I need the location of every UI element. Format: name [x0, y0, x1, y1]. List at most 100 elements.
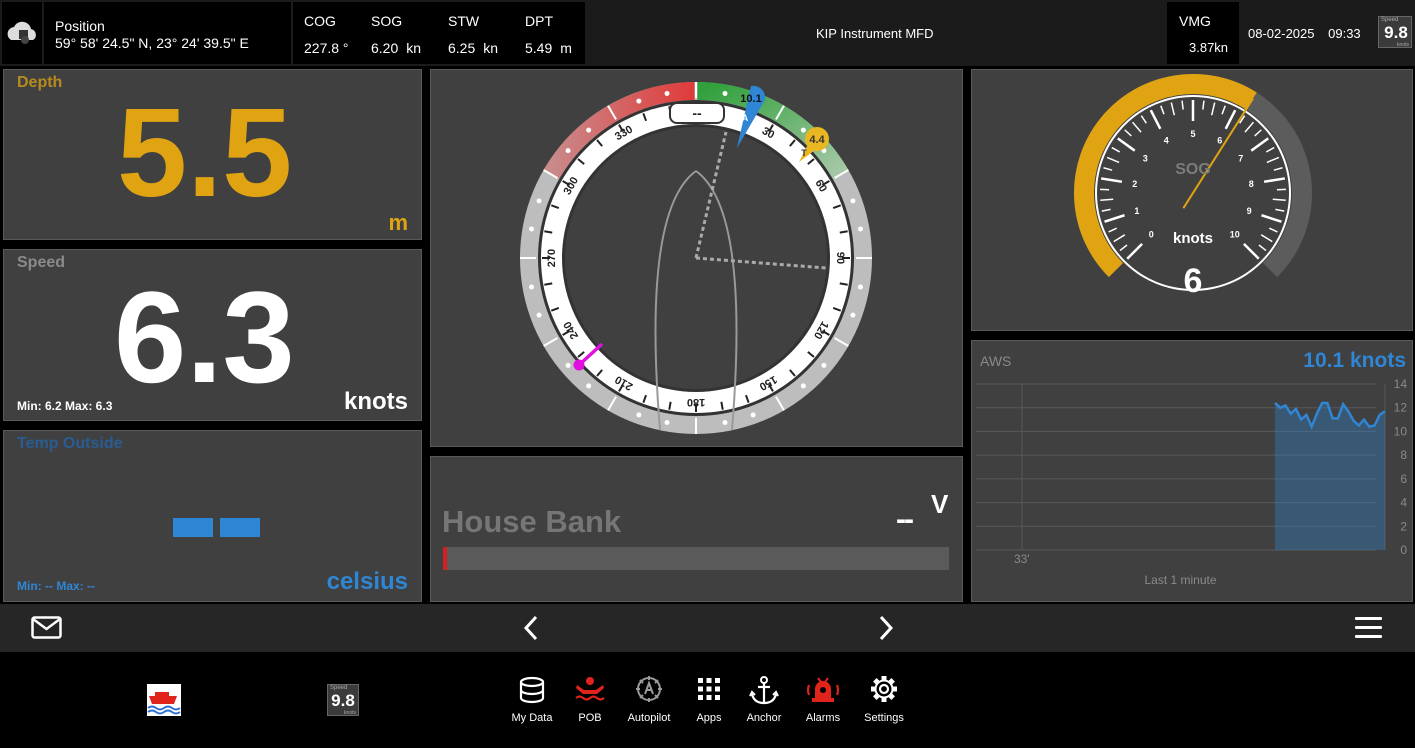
menu-icon[interactable]: [1355, 615, 1383, 641]
sog-scale-label: 8: [1249, 179, 1254, 189]
outer-dot: [664, 419, 670, 425]
aws-y-tick: 8: [1400, 448, 1407, 462]
outer-dot: [636, 412, 642, 418]
aws-y-tick: 14: [1394, 377, 1408, 391]
nav-values-segment: COG 227.8 ° SOG 6.20 kn STW 6.25 kn DPT 5.…: [293, 2, 585, 64]
dock-label: Apps: [696, 712, 722, 724]
outer-dot: [586, 127, 592, 133]
position-value: 59° 58' 24.5" N, 23° 24' 39.5" E: [55, 35, 249, 51]
inner-tick: [544, 230, 553, 234]
sog-scale-label: 3: [1143, 153, 1148, 163]
inner-tick: [544, 282, 553, 286]
speed-value: 6.3: [114, 264, 295, 410]
temp-widget[interactable]: Temp Outside Min: -- Max: -- celsius: [3, 430, 422, 602]
compass-tick-label: 90: [834, 252, 846, 264]
outer-dot: [850, 312, 856, 318]
aws-y-tick: 4: [1400, 496, 1407, 510]
dock-label: Settings: [864, 712, 904, 724]
dock-alarms[interactable]: Alarms: [793, 676, 853, 724]
dock-settings[interactable]: Settings: [854, 676, 914, 724]
compass-tick-label: 270: [546, 249, 558, 267]
aws-pointer-value: 10.1: [740, 93, 761, 105]
sog-scale-label: 6: [1217, 135, 1222, 145]
battery-value: --: [896, 503, 914, 536]
speed-minmax: Min: 6.2 Max: 6.3: [17, 399, 113, 413]
sog-scale-label: 9: [1247, 206, 1252, 216]
dpt-label: DPT: [525, 13, 553, 29]
mail-icon[interactable]: [31, 615, 62, 640]
freeboard-app-icon[interactable]: [147, 684, 181, 716]
dock-label: Anchor: [746, 712, 782, 724]
sog-gauge-widget[interactable]: 0 1 2 3 4 5 6 7 8 9 10 SOG knots 6: [971, 69, 1413, 331]
sog-minor-tick: [1272, 198, 1286, 202]
outer-dot: [536, 312, 542, 318]
outer-dot: [636, 98, 642, 104]
time: 09:33: [1328, 26, 1361, 41]
dock-anchor[interactable]: Anchor: [734, 676, 794, 724]
compass-tick-label: 180: [687, 396, 705, 408]
aws-y-tick: 2: [1400, 519, 1407, 533]
battery-bar-track: [443, 547, 949, 570]
cog-label: COG: [304, 13, 336, 29]
outer-dot: [565, 362, 571, 368]
app-dock: Speed 9.8 knots My Data POB Autopilot Ap…: [0, 652, 1415, 748]
position-label: Position: [55, 18, 105, 34]
sog-scale-label: 2: [1132, 179, 1137, 189]
temp-value-dash: [173, 518, 213, 537]
outer-dot: [722, 419, 728, 425]
temp-minmax: Min: -- Max: --: [17, 579, 95, 593]
depth-widget[interactable]: Depth 5.5 m: [3, 69, 422, 240]
speed-badge-top[interactable]: Speed 9.8 knots: [1378, 16, 1412, 48]
battery-widget[interactable]: House Bank -- V: [430, 456, 963, 602]
chevron-left-icon[interactable]: [521, 614, 541, 642]
date: 08-02-2025: [1248, 26, 1315, 41]
aws-y-tick: 0: [1400, 543, 1407, 557]
dock-apps[interactable]: Apps: [679, 676, 739, 724]
speed-title: Speed: [17, 254, 66, 271]
aws-chart-widget[interactable]: AWS 10.1 knots 14 12 10 8 6 4 2 0 33' Last 1 mi…: [971, 340, 1413, 602]
tws-pointer-letter: T: [801, 148, 807, 158]
wind-compass-widget[interactable]: 30 60 90 120 150 180 210 240 270 300 330 10.1 A 4.4 T…: [430, 69, 963, 447]
dock-autopilot[interactable]: Autopilot: [619, 676, 679, 724]
top-status-bar: Position 59° 58' 24.5" N, 23° 24' 39.5" …: [0, 0, 1415, 66]
outer-dot: [821, 362, 827, 368]
cloud-sync-segment[interactable]: [2, 2, 42, 64]
dock-label: My Data: [511, 712, 553, 724]
autopilot-icon: [636, 676, 662, 702]
outer-dot: [586, 383, 592, 389]
tws-pointer-value: 4.4: [809, 134, 825, 146]
outer-dot: [857, 226, 863, 232]
dock-label: Autopilot: [627, 712, 671, 724]
inner-tick: [839, 230, 848, 234]
outer-dot: [800, 383, 806, 389]
outer-dot: [565, 148, 571, 154]
anchor-icon: [749, 676, 779, 705]
sog-value: 6.20 kn: [371, 40, 422, 56]
sog-minor-tick: [1100, 198, 1114, 202]
dpt-value: 5.49 m: [525, 40, 572, 56]
position-segment: Position 59° 58' 24.5" N, 23° 24' 39.5" …: [44, 2, 291, 64]
depth-value: 5.5: [117, 82, 293, 223]
wind-compass: 306090120150180210240270300330 10.1A4.4T: [520, 82, 872, 434]
temp-value-dash: [220, 518, 260, 537]
battery-title: House Bank: [442, 504, 622, 539]
sog-scale-label: 1: [1134, 206, 1139, 216]
dock-label: POB: [578, 712, 602, 724]
dock-my-data[interactable]: My Data: [502, 676, 562, 724]
sog-minor-tick: [1202, 100, 1205, 110]
temp-title: Temp Outside: [17, 435, 123, 452]
dock-label: Alarms: [805, 712, 841, 724]
kip-app-icon[interactable]: Speed 9.8 knots: [327, 684, 359, 716]
alarm-bell-icon: [806, 677, 840, 702]
dock-pob[interactable]: POB: [560, 676, 620, 724]
temp-unit: celsius: [326, 568, 408, 595]
speed-unit: knots: [343, 388, 408, 415]
outer-dot: [536, 198, 542, 204]
speed-widget[interactable]: Speed 6.3 knots Min: 6.2 Max: 6.3: [3, 249, 422, 421]
outer-dot: [750, 412, 756, 418]
aws-y-tick: 10: [1394, 424, 1408, 438]
chevron-right-icon[interactable]: [876, 614, 896, 642]
waypoint-dot: [573, 359, 585, 371]
sog-scale-label: 10: [1230, 230, 1240, 240]
cloud-icon[interactable]: [2, 2, 42, 64]
